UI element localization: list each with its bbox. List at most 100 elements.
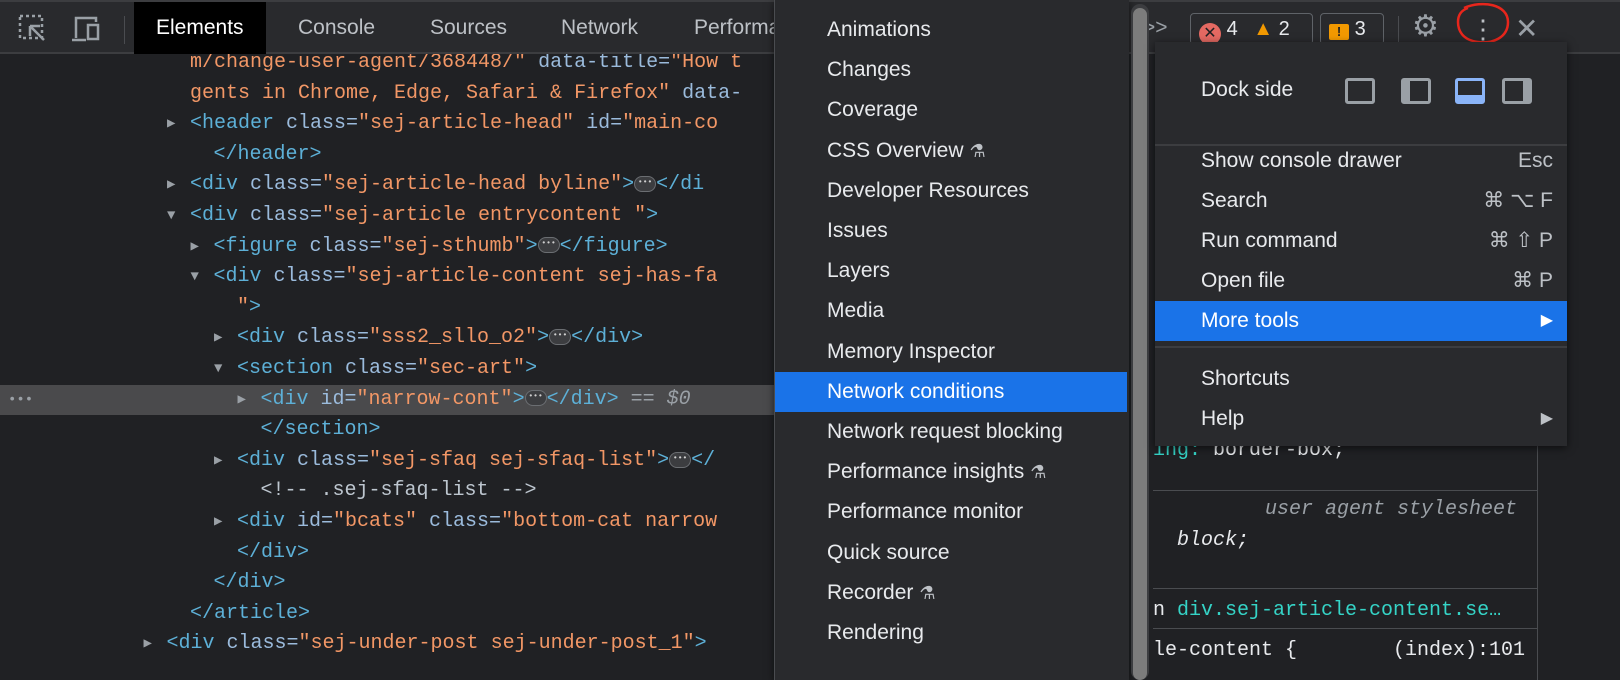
dom-node-line[interactable]: ▶ <div id="bcats" class="bottom-cat narro… — [0, 507, 780, 537]
dom-node-line[interactable]: ▶ <div class="sej-under-post sej-under-po… — [0, 629, 780, 659]
collapsed-children-ellipsis-icon[interactable]: ••• — [669, 451, 692, 468]
menu-item-label: Media — [827, 299, 885, 323]
inspect-element-icon[interactable] — [18, 14, 48, 44]
code-attr: class= — [238, 204, 323, 227]
menu-item-animations[interactable]: Animations — [775, 10, 1127, 50]
code-tag: </header> — [213, 142, 322, 166]
code-tag: </di — [656, 173, 705, 197]
dock-undock-icon[interactable] — [1345, 78, 1375, 104]
close-devtools-icon[interactable]: ✕ — [1515, 14, 1545, 44]
dom-tree[interactable]: m/change-user-agent/368448/" data-title=… — [0, 54, 780, 680]
menu-item-more-tools[interactable]: More tools ▶ — [1155, 301, 1567, 341]
expand-arrow-right-icon[interactable]: ▶ — [214, 446, 237, 476]
user-agent-stylesheet-label: user agent stylesheet — [1265, 498, 1518, 521]
expand-arrow-right-icon[interactable]: ▶ — [214, 507, 237, 537]
inherited-from-link[interactable]: n div.sej-article-content.se… — [1153, 596, 1501, 626]
expand-arrow-right-icon[interactable]: ▶ — [144, 629, 167, 659]
code-tag: <div — [237, 326, 286, 350]
code-val: "sej-article-head byline" — [322, 173, 623, 197]
collapsed-children-ellipsis-icon[interactable]: ••• — [634, 176, 657, 193]
code-tag: <div — [190, 173, 239, 197]
menu-item-css-overview[interactable]: CSS Overview ⚗ — [775, 131, 1127, 171]
menu-item-network-conditions[interactable]: Network conditions — [775, 371, 1127, 412]
expand-arrow-down-icon[interactable]: ▼ — [191, 262, 214, 292]
dock-bottom-icon[interactable] — [1455, 78, 1485, 104]
expand-arrow-right-icon[interactable]: ▶ — [191, 232, 214, 262]
tab-elements[interactable]: Elements — [134, 2, 266, 54]
dom-node-line[interactable]: ▶ <figure class="sej-sthumb"> ••• </figure> — [0, 232, 780, 262]
menu-item-network-request-blocking[interactable]: Network request blocking — [775, 412, 1127, 452]
issues-badge[interactable]: ! 3 — [1320, 13, 1384, 45]
dom-node-line[interactable]: </div> — [0, 538, 780, 568]
errors-warnings-badge[interactable]: ✕ 4 ▲ 2 — [1190, 13, 1313, 45]
collapsed-children-ellipsis-icon[interactable]: ••• — [537, 237, 560, 254]
code-tag: </section> — [260, 418, 381, 442]
shortcut-hint: ⌘ ⇧ P — [1488, 229, 1553, 252]
dom-node-line[interactable]: </article> — [0, 599, 780, 629]
dock-right-icon[interactable] — [1502, 78, 1532, 104]
dom-node-line[interactable]: <!-- .sej-sfaq-list --> — [0, 476, 780, 506]
expand-arrow-down-icon[interactable]: ▼ — [214, 354, 237, 384]
rule-source-link[interactable]: (index):101 — [1393, 636, 1525, 666]
expand-arrow-right-icon[interactable]: ▶ — [167, 109, 190, 139]
menu-item-performance-monitor[interactable]: Performance monitor — [775, 492, 1127, 532]
dom-node-line[interactable]: "> — [0, 293, 780, 323]
expand-arrow-right-icon[interactable]: ▶ — [214, 323, 237, 353]
collapsed-children-ellipsis-icon[interactable]: ••• — [524, 390, 547, 407]
dom-node-line[interactable]: ▶ <div class="sej-article-head byline"> ••… — [0, 170, 780, 200]
menu-item-show-console-drawer[interactable]: Show console drawer Esc — [1155, 141, 1567, 181]
menu-item-run-command[interactable]: Run command ⌘ ⇧ P — [1155, 221, 1567, 261]
dock-left-icon[interactable] — [1401, 78, 1431, 104]
expand-arrow-down-icon[interactable]: ▼ — [167, 201, 190, 231]
menu-item-search[interactable]: Search ⌘ ⌥ F — [1155, 181, 1567, 221]
dom-node-line[interactable]: ▶ <div class="sss2_sllo_o2"> ••• </div> — [0, 323, 780, 353]
tab-sources[interactable]: Sources — [408, 2, 529, 54]
expand-arrow-right-icon[interactable]: ▶ — [238, 385, 261, 415]
collapsed-children-ellipsis-icon[interactable]: ••• — [549, 329, 572, 346]
dom-node-line[interactable]: ▶ <header class="sej-article-head" id="ma… — [0, 109, 780, 139]
code-attr: data-title= — [526, 54, 671, 74]
submenu-arrow-icon: ▶ — [1540, 312, 1553, 329]
dom-node-line[interactable]: ▼ <div class="sej-article-content sej-has… — [0, 262, 780, 292]
menu-item-rendering[interactable]: Rendering — [775, 613, 1127, 653]
expand-arrow-right-icon[interactable]: ▶ — [167, 170, 190, 200]
dom-node-selected[interactable]: ••• ▶ <div id="narrow-cont"> ••• </div> == $… — [0, 384, 780, 415]
menu-item-memory-inspector[interactable]: Memory Inspector — [775, 332, 1127, 372]
issue-icon: ! — [1329, 24, 1349, 40]
menu-item-developer-resources[interactable]: Developer Resources — [775, 171, 1127, 211]
divider — [1155, 346, 1567, 348]
code-tag: <figure — [213, 234, 298, 258]
menu-item-media[interactable]: Media — [775, 291, 1127, 331]
menu-item-label: Network request blocking — [827, 420, 1063, 443]
tab-console[interactable]: Console — [276, 2, 397, 54]
code-attr: id= — [285, 510, 334, 533]
dom-node-line[interactable]: m/change-user-agent/368448/" data-title=… — [0, 54, 780, 78]
menu-item-shortcuts[interactable]: Shortcuts — [1155, 359, 1567, 399]
dom-node-line[interactable]: </header> — [0, 140, 780, 170]
tab-network[interactable]: Network — [539, 2, 660, 54]
dom-node-line[interactable]: </section> — [0, 415, 780, 445]
dom-node-line[interactable]: </div> — [0, 568, 780, 598]
code-tag: <header — [190, 112, 275, 136]
node-actions-dots-icon[interactable]: ••• — [8, 385, 33, 415]
menu-item-open-file[interactable]: Open file ⌘ P — [1155, 261, 1567, 301]
dom-node-line[interactable]: gents in Chrome, Edge, Safari & Firefox"… — [0, 79, 780, 109]
menu-item-recorder[interactable]: Recorder ⚗ — [775, 573, 1127, 613]
dom-node-line[interactable]: ▶ <div class="sej-sfaq sej-sfaq-list"> •••… — [0, 446, 780, 476]
settings-gear-icon[interactable]: ⚙ — [1412, 12, 1442, 42]
menu-item-changes[interactable]: Changes — [775, 50, 1127, 90]
menu-item-layers[interactable]: Layers — [775, 251, 1127, 291]
code-val: "sss2_sllo_o2" — [369, 326, 538, 350]
menu-item-coverage[interactable]: Coverage — [775, 90, 1127, 130]
device-toolbar-icon[interactable] — [70, 14, 100, 44]
menu-item-performance-insights[interactable]: Performance insights ⚗ — [775, 452, 1127, 492]
menu-item-quick-source[interactable]: Quick source — [775, 533, 1127, 573]
code-tag: </div> — [546, 387, 619, 411]
dom-node-line[interactable]: ▼ <div class="sej-article entrycontent "> — [0, 201, 780, 231]
dom-node-line[interactable]: ▼ <section class="sec-art"> — [0, 354, 780, 384]
menu-item-issues[interactable]: Issues — [775, 211, 1127, 251]
divider — [1398, 16, 1399, 44]
submenu-scrollbar-thumb[interactable] — [1133, 8, 1147, 680]
menu-item-help[interactable]: Help ▶ — [1155, 399, 1567, 439]
code-val: "sej-sthumb" — [381, 234, 526, 258]
